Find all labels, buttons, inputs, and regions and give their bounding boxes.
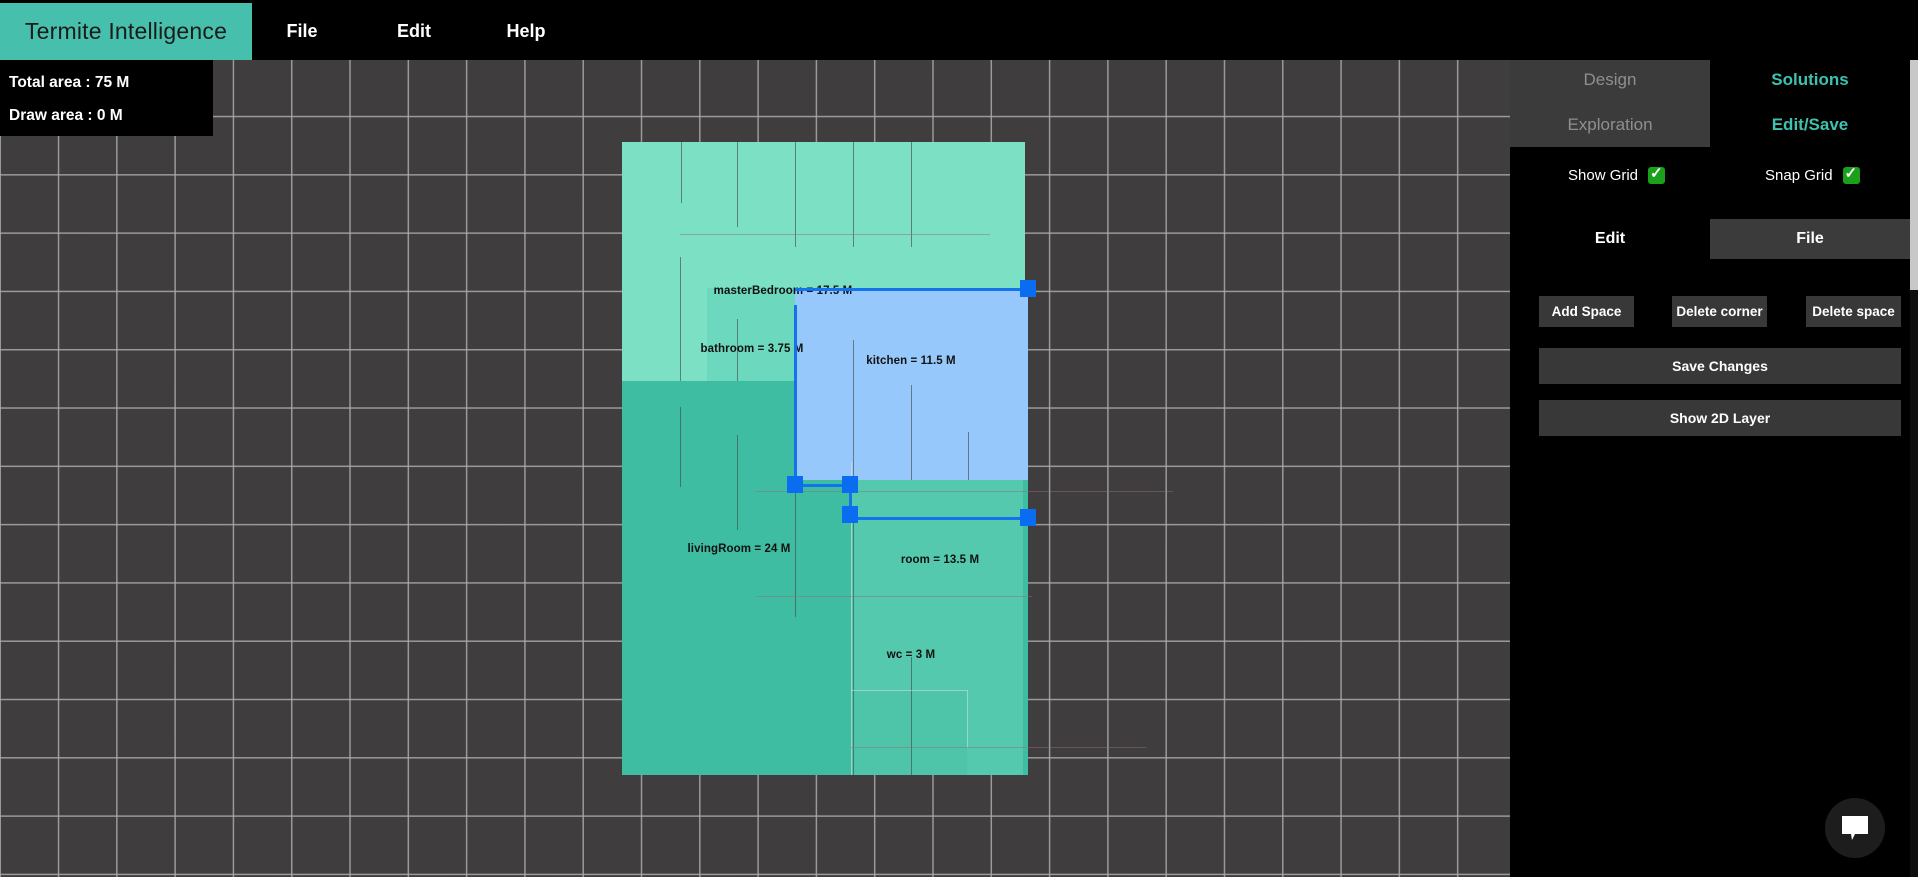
snap-grid-label: Snap Grid — [1765, 167, 1833, 184]
delete-space-button[interactable]: Delete space — [1806, 296, 1901, 327]
subtab-file[interactable]: File — [1710, 219, 1910, 259]
add-space-button[interactable]: Add Space — [1539, 296, 1634, 327]
selection-edge-top — [795, 288, 1028, 291]
chat-bubble-icon — [1842, 816, 1868, 840]
dimension-line — [755, 491, 1173, 493]
sub-tab-group: Edit File — [1510, 219, 1910, 259]
grid-toggle-group: Show Grid Snap Grid — [1510, 147, 1910, 219]
area-info-panel: Total area : 75 M Draw area : 0 M — [0, 57, 213, 136]
room-label-kitchen: kitchen = 11.5 M — [866, 355, 956, 367]
floorplan-canvas[interactable]: masterBedroom = 17.5 M bathroom = 3.75 M… — [0, 57, 1510, 877]
wall-tick — [795, 142, 797, 247]
dimension-line — [680, 234, 990, 236]
wall-tick — [853, 512, 855, 775]
snap-grid-checkbox[interactable] — [1842, 164, 1860, 184]
room-label-masterbedroom: masterBedroom = 17.5 M — [713, 285, 853, 297]
draw-area-text: Draw area : 0 M — [9, 107, 123, 124]
show-grid-toggle[interactable]: Show Grid — [1568, 164, 1666, 184]
delete-corner-button[interactable]: Delete corner — [1672, 296, 1767, 327]
wall-tick — [968, 432, 970, 480]
room-label-room: room = 13.5 M — [900, 554, 980, 566]
save-changes-button[interactable]: Save Changes — [1539, 348, 1901, 384]
wall-tick — [853, 340, 855, 480]
menu-bar: Termite Intelligence File Edit Help — [0, 0, 1918, 60]
mode-tab-group: Design Solutions Exploration Edit/Save — [1510, 57, 1910, 147]
corner-handle-bottom-right[interactable] — [1020, 509, 1036, 526]
wall-tick — [911, 385, 913, 480]
page-scrollbar[interactable] — [1910, 0, 1918, 877]
wall-tick — [911, 142, 913, 247]
room-shape-wc[interactable] — [851, 690, 967, 775]
wall-tick — [795, 487, 797, 617]
tab-solutions[interactable]: Solutions — [1710, 57, 1910, 102]
tab-design[interactable]: Design — [1510, 57, 1710, 102]
corner-handle-inner-top[interactable] — [842, 476, 858, 493]
wall-tick — [680, 407, 682, 487]
dimension-line — [851, 690, 967, 692]
dimension-line — [851, 747, 1146, 749]
chat-bubble-button[interactable] — [1825, 798, 1885, 858]
menu-item-edit[interactable]: Edit — [374, 3, 454, 60]
right-panel: Design Solutions Exploration Edit/Save S… — [1510, 0, 1918, 877]
show-2d-layer-button[interactable]: Show 2D Layer — [1539, 400, 1901, 436]
menu-item-file[interactable]: File — [262, 3, 342, 60]
wall-tick — [680, 257, 682, 381]
selection-edge-bottom2 — [849, 517, 1029, 520]
menu-item-help[interactable]: Help — [486, 3, 566, 60]
subtab-edit[interactable]: Edit — [1510, 219, 1710, 259]
tab-edit-save[interactable]: Edit/Save — [1710, 102, 1910, 147]
wall-tick — [737, 435, 739, 530]
tab-exploration[interactable]: Exploration — [1510, 102, 1710, 147]
corner-handle-bottom-left[interactable] — [787, 476, 803, 493]
dimension-line — [757, 596, 1032, 598]
corner-handle-top-right[interactable] — [1020, 280, 1036, 297]
wall-tick — [911, 657, 913, 775]
wall-tick — [737, 142, 739, 227]
room-label-bathroom: bathroom = 3.75 M — [700, 343, 804, 355]
show-grid-checkbox[interactable] — [1648, 164, 1666, 184]
show-grid-label: Show Grid — [1568, 167, 1639, 184]
total-area-text: Total area : 75 M — [9, 74, 130, 91]
wall-tick — [851, 690, 853, 775]
wall-tick — [967, 690, 969, 748]
room-shape-bathroom[interactable] — [707, 288, 795, 381]
room-label-wc: wc = 3 M — [886, 649, 936, 661]
room-label-livingroom: livingRoom = 24 M — [687, 543, 791, 555]
wall-tick — [681, 142, 683, 203]
wall-tick — [853, 142, 855, 247]
selection-edge-left — [794, 305, 797, 485]
corner-handle-inner-bottom[interactable] — [842, 506, 858, 523]
app-brand[interactable]: Termite Intelligence — [0, 3, 252, 60]
snap-grid-toggle[interactable]: Snap Grid — [1765, 164, 1860, 184]
